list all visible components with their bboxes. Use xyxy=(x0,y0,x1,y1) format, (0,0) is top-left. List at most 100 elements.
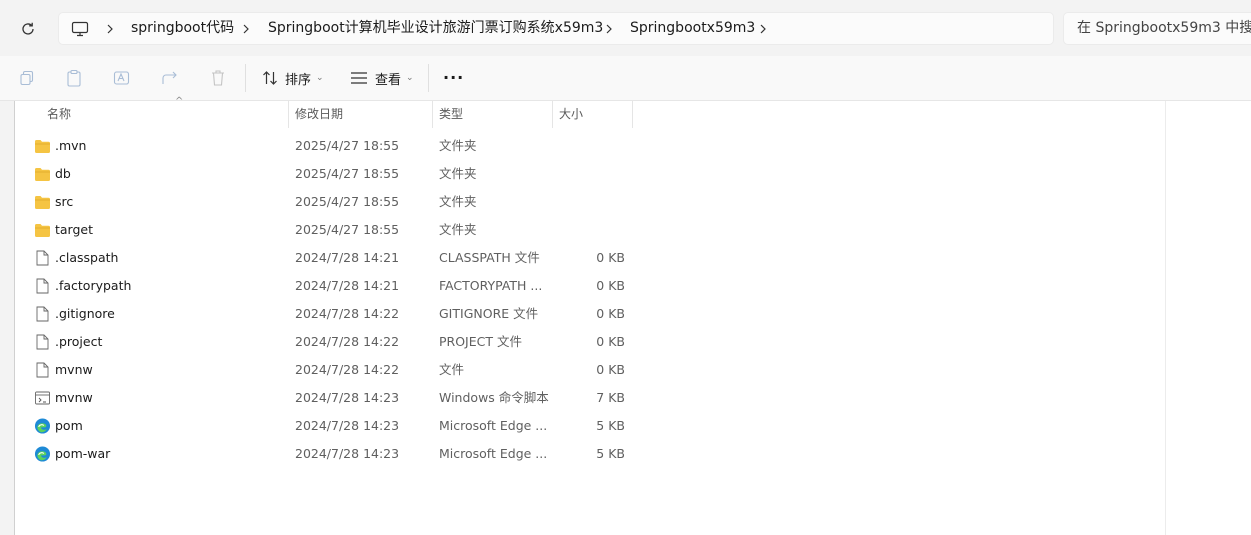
file-name[interactable]: target xyxy=(55,216,93,244)
file-row[interactable]: pom-war 2024/7/28 14:23 Microsoft Edge .… xyxy=(15,440,635,468)
address-bar: springboot代码 Springboot计算机毕业设计旅游门票订购系统x5… xyxy=(0,0,1251,56)
column-name[interactable]: 名称 xyxy=(47,101,71,128)
paste-icon[interactable] xyxy=(64,68,84,88)
sort-button[interactable]: 排序 ⌄ xyxy=(262,64,324,92)
file-icon xyxy=(36,334,49,350)
search-input[interactable]: 在 Springbootx59m3 中搜索 xyxy=(1063,12,1251,45)
navigation-pane[interactable] xyxy=(0,101,14,535)
sort-label: 排序 xyxy=(285,72,312,88)
file-type: 文件夹 xyxy=(439,194,477,209)
breadcrumb-item[interactable]: Springboot计算机毕业设计旅游门票订购系统x59m3 xyxy=(268,13,603,44)
file-row[interactable]: db 2025/4/27 18:55 文件夹 xyxy=(15,160,635,188)
chevron-right-icon[interactable] xyxy=(604,23,614,35)
column-divider[interactable] xyxy=(552,101,553,128)
details-divider xyxy=(1165,101,1166,535)
file-date: 2024/7/28 14:23 xyxy=(295,390,400,405)
file-name[interactable]: db xyxy=(55,160,71,188)
file-type: GITIGNORE 文件 xyxy=(439,306,539,321)
toolbar-separator xyxy=(245,64,246,92)
file-date: 2024/7/28 14:22 xyxy=(295,306,400,321)
column-size[interactable]: 大小 xyxy=(559,101,583,128)
file-date: 2025/4/27 18:55 xyxy=(295,138,400,153)
column-type[interactable]: 类型 xyxy=(439,101,463,128)
file-name[interactable]: mvnw xyxy=(55,356,93,384)
file-type: FACTORYPATH ... xyxy=(439,278,543,293)
file-row[interactable]: .classpath 2024/7/28 14:21 CLASSPATH 文件 … xyxy=(15,244,635,272)
file-type: 文件夹 xyxy=(439,222,477,237)
edge-icon xyxy=(34,446,51,462)
file-name[interactable]: .factorypath xyxy=(55,272,131,300)
file-size xyxy=(555,160,625,188)
file-row[interactable]: .gitignore 2024/7/28 14:22 GITIGNORE 文件 … xyxy=(15,300,635,328)
view-button[interactable]: 查看 ⌄ xyxy=(350,64,414,92)
rename-icon[interactable] xyxy=(112,68,132,88)
file-type: 文件夹 xyxy=(439,166,477,181)
file-size: 7 KB xyxy=(596,390,625,405)
file-type: 文件夹 xyxy=(439,138,477,153)
file-name[interactable]: src xyxy=(55,188,73,216)
file-row[interactable]: .mvn 2025/4/27 18:55 文件夹 xyxy=(15,132,635,160)
breadcrumb-item[interactable]: Springbootx59m3 xyxy=(630,13,755,44)
file-date: 2024/7/28 14:22 xyxy=(295,334,400,349)
file-icon xyxy=(36,250,49,266)
toolbar-separator xyxy=(428,64,429,92)
file-row[interactable]: mvnw 2024/7/28 14:22 文件 0 KB xyxy=(15,356,635,384)
file-row[interactable]: mvnw 2024/7/28 14:23 Windows 命令脚本 7 KB xyxy=(15,384,635,412)
chevron-right-icon[interactable] xyxy=(758,23,768,35)
chevron-right-icon[interactable] xyxy=(105,23,115,35)
file-icon xyxy=(36,278,49,294)
sort-icon xyxy=(263,71,277,85)
file-date: 2024/7/28 14:21 xyxy=(295,250,400,265)
copy-icon[interactable] xyxy=(17,68,37,88)
breadcrumb[interactable]: springboot代码 Springboot计算机毕业设计旅游门票订购系统x5… xyxy=(58,12,1054,45)
file-row[interactable]: target 2025/4/27 18:55 文件夹 xyxy=(15,216,635,244)
view-list-icon xyxy=(351,72,367,84)
folder-icon xyxy=(35,168,50,181)
column-divider[interactable] xyxy=(288,101,289,128)
file-name[interactable]: .classpath xyxy=(55,244,118,272)
file-size: 0 KB xyxy=(596,306,625,321)
file-type: 文件 xyxy=(439,362,465,377)
file-date: 2025/4/27 18:55 xyxy=(295,222,400,237)
this-pc-icon[interactable] xyxy=(71,21,89,41)
file-name[interactable]: .project xyxy=(55,328,102,356)
refresh-icon[interactable] xyxy=(16,17,40,41)
file-date: 2025/4/27 18:55 xyxy=(295,194,400,209)
chevron-right-icon[interactable] xyxy=(241,23,251,35)
file-size: 5 KB xyxy=(596,446,625,461)
file-size: 0 KB xyxy=(596,250,625,265)
file-row[interactable]: pom 2024/7/28 14:23 Microsoft Edge ... 5… xyxy=(15,412,635,440)
share-icon[interactable] xyxy=(160,68,180,88)
breadcrumb-item[interactable]: springboot代码 xyxy=(131,13,234,44)
more-options-button[interactable]: ··· xyxy=(443,68,464,87)
chevron-down-icon: ⌄ xyxy=(316,73,324,83)
file-type: Microsoft Edge ... xyxy=(439,446,548,461)
script-file-icon xyxy=(35,391,50,405)
edge-icon xyxy=(34,418,51,434)
file-icon xyxy=(36,306,49,322)
file-row[interactable]: .factorypath 2024/7/28 14:21 FACTORYPATH… xyxy=(15,272,635,300)
file-name[interactable]: .gitignore xyxy=(55,300,115,328)
folder-icon xyxy=(35,140,50,153)
file-name[interactable]: mvnw xyxy=(55,384,93,412)
column-date[interactable]: 修改日期 xyxy=(295,101,343,128)
file-name[interactable]: .mvn xyxy=(55,132,86,160)
file-row[interactable]: .project 2024/7/28 14:22 PROJECT 文件 0 KB xyxy=(15,328,635,356)
file-size: 0 KB xyxy=(596,278,625,293)
file-type: PROJECT 文件 xyxy=(439,334,522,349)
file-size xyxy=(555,132,625,160)
file-date: 2024/7/28 14:23 xyxy=(295,446,400,461)
file-date: 2024/7/28 14:21 xyxy=(295,278,400,293)
file-size: 0 KB xyxy=(596,362,625,377)
delete-icon[interactable] xyxy=(208,68,228,88)
file-name[interactable]: pom xyxy=(55,412,83,440)
file-type: Windows 命令脚本 xyxy=(439,390,549,405)
column-divider[interactable] xyxy=(432,101,433,128)
column-divider[interactable] xyxy=(632,101,633,128)
file-row[interactable]: src 2025/4/27 18:55 文件夹 xyxy=(15,188,635,216)
file-size xyxy=(555,216,625,244)
file-date: 2024/7/28 14:23 xyxy=(295,418,400,433)
file-name[interactable]: pom-war xyxy=(55,440,110,468)
chevron-down-icon: ⌄ xyxy=(406,73,414,83)
file-size: 0 KB xyxy=(596,334,625,349)
